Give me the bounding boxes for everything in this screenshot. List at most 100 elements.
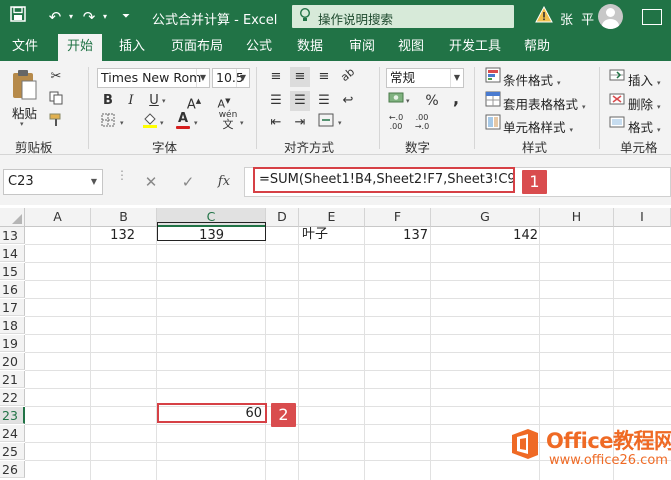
increase-indent-icon[interactable]: ⇥ — [290, 113, 310, 133]
merge-dropdown-icon[interactable]: ▾ — [338, 119, 342, 127]
paste-dropdown-icon[interactable]: ▾ — [20, 120, 24, 128]
font-color-icon[interactable]: A — [173, 109, 193, 129]
redo-dropdown-icon[interactable]: ▾ — [94, 6, 116, 28]
tab-home[interactable]: 开始 — [58, 34, 102, 61]
cell-c23[interactable]: 60 — [157, 405, 266, 422]
column-header-i[interactable]: I — [614, 208, 671, 227]
cancel-icon[interactable]: ✕ — [141, 172, 161, 192]
row-header-19[interactable]: 19 — [0, 335, 25, 352]
copy-icon[interactable] — [46, 91, 66, 111]
formula-input[interactable]: =SUM(Sheet1!B4,Sheet2!F7,Sheet3!C9) — [253, 167, 515, 193]
accounting-dropdown-icon[interactable]: ▾ — [406, 97, 410, 105]
cell-c13[interactable]: 139 — [157, 227, 227, 244]
save-icon[interactable] — [7, 6, 29, 28]
fill-color-dropdown-icon[interactable]: ▾ — [160, 119, 164, 127]
column-header-e[interactable]: E — [299, 208, 365, 227]
fill-color-icon[interactable] — [140, 111, 160, 131]
user-name[interactable]: 张 平 — [560, 9, 596, 28]
row-header-16[interactable]: 16 — [0, 281, 25, 298]
delete-cells-icon[interactable] — [607, 91, 627, 111]
row-header-13[interactable]: 13 — [0, 227, 25, 244]
align-left-icon[interactable]: ☰ — [266, 91, 286, 111]
align-center-icon[interactable]: ☰ — [290, 91, 310, 111]
paste-icon[interactable] — [10, 69, 38, 101]
name-box[interactable]: C23 ▼ — [3, 169, 103, 195]
phonetic-dropdown-icon[interactable]: ▾ — [240, 119, 244, 127]
accounting-format-icon[interactable] — [386, 91, 406, 111]
row-header-26[interactable]: 26 — [0, 461, 25, 478]
cut-icon[interactable]: ✂ — [46, 67, 66, 87]
cell-g13[interactable]: 142 — [431, 227, 541, 244]
phonetic-icon[interactable]: wén 文 — [218, 111, 238, 131]
align-bottom-icon[interactable]: ≡ — [314, 67, 334, 87]
row-header-18[interactable]: 18 — [0, 317, 25, 334]
cell-styles-button[interactable]: 单元格样式 ▾ — [503, 117, 573, 136]
enter-icon[interactable]: ✓ — [178, 172, 198, 192]
row-header-15[interactable]: 15 — [0, 263, 25, 280]
format-painter-icon[interactable] — [46, 113, 66, 133]
column-header-h[interactable]: H — [540, 208, 614, 227]
column-header-a[interactable]: A — [25, 208, 91, 227]
row-header-14[interactable]: 14 — [0, 245, 25, 262]
format-cells-icon[interactable] — [607, 114, 627, 134]
font-color-dropdown-icon[interactable]: ▾ — [194, 119, 198, 127]
cell-b13[interactable]: 132 — [91, 227, 138, 244]
cell-e13[interactable]: 叶子 — [302, 226, 362, 243]
italic-button[interactable]: I — [121, 91, 141, 111]
delete-cells-button[interactable]: 删除 ▾ — [628, 94, 661, 113]
tab-developer[interactable]: 开发工具 — [444, 34, 506, 61]
borders-icon[interactable] — [98, 113, 118, 133]
format-as-table-icon[interactable] — [483, 91, 503, 111]
merge-center-icon[interactable] — [316, 113, 336, 133]
align-right-icon[interactable]: ☰ — [314, 91, 334, 111]
customize-toolbar-icon[interactable]: ⏷ — [115, 6, 137, 28]
insert-cells-button[interactable]: 插入 ▾ — [628, 70, 661, 89]
tab-help[interactable]: 帮助 — [518, 34, 556, 61]
align-top-icon[interactable]: ≡ — [266, 67, 286, 87]
avatar[interactable] — [598, 4, 623, 29]
comma-button[interactable]: , — [446, 89, 466, 109]
cell-f13[interactable]: 137 — [365, 227, 431, 244]
tab-formulas[interactable]: 公式 — [240, 34, 278, 61]
decrease-font-icon[interactable]: A▼ — [214, 91, 234, 111]
increase-font-icon[interactable]: A▲ — [184, 91, 204, 112]
conditional-formatting-button[interactable]: 条件格式 ▾ — [503, 70, 561, 89]
borders-dropdown-icon[interactable]: ▾ — [120, 119, 124, 127]
conditional-formatting-icon[interactable] — [483, 67, 503, 87]
formula-bar-grip[interactable]: ⋮ — [116, 169, 128, 181]
column-header-g[interactable]: G — [431, 208, 540, 227]
tab-review[interactable]: 审阅 — [342, 34, 382, 61]
underline-dropdown-icon[interactable]: ▾ — [162, 97, 166, 105]
insert-function-button[interactable]: fx — [214, 172, 234, 192]
format-cells-button[interactable]: 格式 ▾ — [628, 117, 661, 136]
tab-view[interactable]: 视图 — [392, 34, 430, 61]
row-header-25[interactable]: 25 — [0, 443, 25, 460]
number-format-select[interactable]: 常规 ▼ — [386, 68, 464, 88]
warning-icon[interactable] — [535, 5, 553, 24]
tab-data[interactable]: 数据 — [290, 34, 330, 61]
font-name-select[interactable]: Times New Rom ▼ — [97, 68, 210, 88]
select-all-button[interactable] — [0, 208, 25, 227]
percent-button[interactable]: % — [422, 91, 442, 111]
align-middle-icon[interactable]: ≡ — [290, 67, 310, 87]
paste-label[interactable]: 粘贴 — [12, 103, 37, 122]
insert-cells-icon[interactable] — [607, 67, 627, 87]
bold-button[interactable]: B — [98, 91, 118, 111]
tab-file[interactable]: 文件 — [4, 34, 46, 61]
wrap-text-icon[interactable]: ↩ — [338, 91, 358, 111]
orientation-icon[interactable]: ab — [334, 61, 362, 89]
row-header-21[interactable]: 21 — [0, 371, 25, 388]
ribbon-display-icon[interactable] — [642, 9, 662, 25]
tell-me-search[interactable]: 操作说明搜索 — [292, 5, 514, 28]
font-size-select[interactable]: 10.5 ▼ — [212, 68, 250, 88]
decrease-decimal-icon[interactable]: .00 →.0 — [412, 113, 432, 133]
underline-button[interactable]: U — [144, 91, 164, 111]
row-header-23[interactable]: 23 — [0, 407, 25, 424]
tab-insert[interactable]: 插入 — [112, 34, 152, 61]
column-header-f[interactable]: F — [365, 208, 431, 227]
cell-styles-icon[interactable] — [483, 114, 503, 134]
column-header-b[interactable]: B — [91, 208, 157, 227]
row-header-22[interactable]: 22 — [0, 389, 25, 406]
row-header-17[interactable]: 17 — [0, 299, 25, 316]
column-header-d[interactable]: D — [266, 208, 299, 227]
